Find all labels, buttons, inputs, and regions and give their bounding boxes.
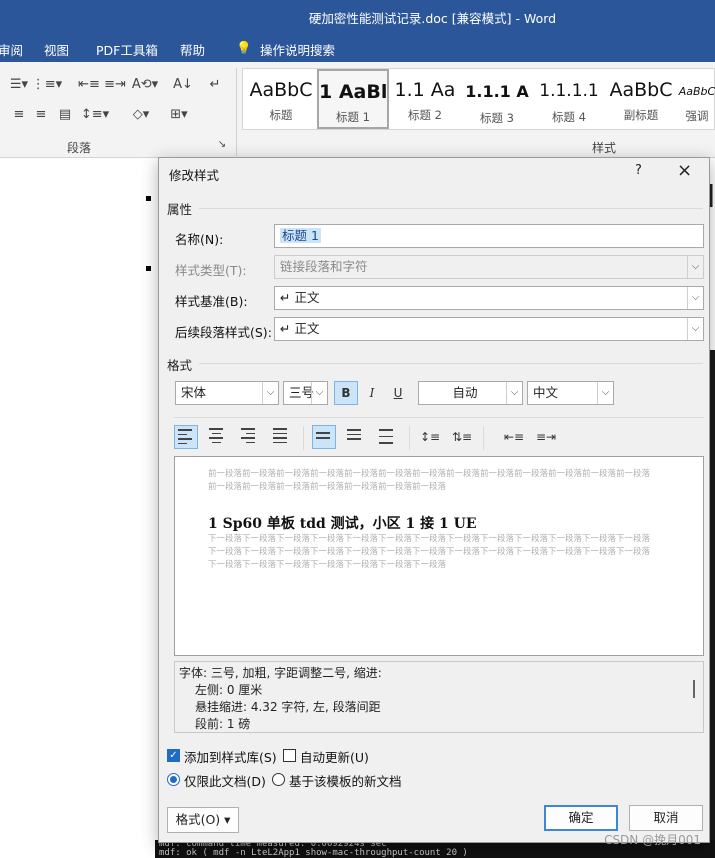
watermark: CSDN @挽月001 [604,833,701,847]
auto-update-checkbox[interactable] [283,749,296,762]
font-select[interactable]: 宋体 ⌵ [175,381,279,405]
styles-group-label: 样式 [592,141,617,155]
separator [303,426,304,450]
line-spacing-icon[interactable]: ↕≡▾ [76,104,114,126]
font-color-select[interactable]: 自动 ⌵ [418,381,523,405]
paragraph-launcher-icon[interactable]: ↘ [214,134,230,156]
chevron-down-icon: ⌵ [687,287,703,309]
cancel-button[interactable]: 取消 [629,805,703,831]
style-title[interactable]: AaBbC 标题 [245,69,317,129]
menu-review[interactable]: 审阅 [0,40,23,59]
bold-button[interactable]: B [334,381,358,405]
bullet-marker [146,266,151,271]
style-heading-1[interactable]: 1 AaBl 标题 1 [317,69,389,129]
modify-style-dialog: 修改样式 ? × 属性 名称(N): 标题 1 样式类型(T): 链接段落和字符… [158,157,710,843]
chevron-down-icon: ⌵ [262,382,278,404]
increase-paragraph-spacing-icon[interactable]: ↕≡ [418,425,442,449]
close-icon[interactable]: × [677,160,692,181]
description-scrollbar[interactable] [693,680,695,698]
title-bar: 硬加密性能测试记录.doc [兼容模式] - Word [0,0,715,34]
add-to-gallery-checkbox[interactable]: ✓ [167,749,180,762]
terminal-line: mdf: ok ( mdf -n LteL2App1 show-mac-thro… [159,848,468,858]
preview-sample-heading: 1 Sp60 单板 tdd 测试，小区 1 接 1 UE [208,516,477,532]
separator [409,426,410,450]
style-emphasis[interactable]: AaBbC 强调 [677,69,715,129]
decrease-indent-icon[interactable]: ⇤≡ [502,425,526,449]
help-button[interactable]: ? [635,163,642,178]
new-documents-template-radio[interactable] [272,773,285,786]
based-on-select[interactable]: ↵ 正文 ⌵ [274,286,704,310]
only-this-document-label[interactable]: 仅限此文档(D) [184,771,266,790]
multilevel-list-icon[interactable]: ⋮≡▾ [28,74,66,96]
auto-update-label[interactable]: 自动更新(U) [300,747,369,766]
style-preview: 前一段落前一段落前一段落前一段落前一段落前一段落前一段落前一段落前一段落前一段落… [174,456,704,656]
style-type-label: 样式类型(T): [175,263,247,278]
properties-heading: 属性 [167,202,193,217]
chevron-down-icon: ⌵ [687,256,703,278]
justify-icon[interactable] [270,425,294,449]
single-spacing-icon[interactable] [312,425,336,449]
bullet-marker [146,196,151,201]
ribbon-divider [236,68,237,156]
name-field-value: 标题 1 [280,228,321,243]
preview-next-paragraph: 下一段落下一段落下一段落下一段落下一段落下一段落下一段落下一段落下一段落下一段落… [208,534,651,570]
ribbon: ☰▾ ⋮≡▾ ⇤≡ ≡⇥ A⟲▾ A↓ ↵ ≡ ≡ ▤ ↕≡▾ ◇▾ ⊞▾ 段落… [0,62,715,158]
style-type-select: 链接段落和字符 ⌵ [274,255,704,279]
next-style-select[interactable]: ↵ 正文 ⌵ [274,317,704,341]
show-marks-icon[interactable]: ↵ [196,74,234,96]
separator [483,426,484,450]
align-center-icon[interactable] [206,425,230,449]
format-menu-button[interactable]: 格式(O) ▾ [167,807,239,833]
window-title: 硬加密性能测试记录.doc [兼容模式] - Word [308,11,557,26]
increase-indent-icon[interactable]: ≡⇥ [534,425,558,449]
menu-bar: 审阅 视图 PDF工具箱 帮助 💡 操作说明搜索 [0,34,715,62]
decrease-paragraph-spacing-icon[interactable]: ⇅≡ [450,425,474,449]
style-description: 字体: 三号, 加粗, 字距调整二号, 缩进: 左侧: 0 厘米 悬挂缩进: 4… [174,661,704,733]
add-to-gallery-label[interactable]: 添加到样式库(S) [184,747,277,766]
ok-button[interactable]: 确定 [544,805,618,831]
text-direction-icon[interactable]: A⟲▾ [126,74,164,96]
underline-button[interactable]: U [386,381,410,405]
menu-pdf-tools[interactable]: PDF工具箱 [96,40,158,59]
name-field[interactable]: 标题 1 [274,224,704,248]
preview-previous-paragraph: 前一段落前一段落前一段落前一段落前一段落前一段落前一段落前一段落前一段落前一段落… [208,469,651,492]
italic-button[interactable]: I [360,381,384,405]
borders-icon[interactable]: ⊞▾ [160,104,198,126]
separator [199,208,703,209]
based-on-label: 样式基准(B): [175,294,248,309]
dialog-title: 修改样式 [169,168,220,183]
separator [199,363,703,364]
font-size-select[interactable]: 三号 ⌵ [283,381,328,405]
align-left-icon[interactable] [174,425,198,449]
align-right-icon[interactable] [238,425,262,449]
name-label: 名称(N): [175,232,224,247]
double-spacing-icon[interactable] [376,425,400,449]
tell-me-search[interactable]: 操作说明搜索 [260,40,335,59]
format-heading: 格式 [167,358,193,373]
menu-view[interactable]: 视图 [44,40,69,59]
chevron-down-icon: ⌵ [687,318,703,340]
lightbulb-icon: 💡 [236,40,252,55]
style-heading-2[interactable]: 1.1 Aa 标题 2 [389,69,461,129]
chevron-down-icon: ⌵ [311,382,327,404]
style-subtitle[interactable]: AaBbC 副标题 [605,69,677,129]
script-select[interactable]: 中文 ⌵ [527,381,614,405]
paragraph-group-label: 段落 [67,141,92,155]
chevron-down-icon: ⌵ [506,382,522,404]
one-half-spacing-icon[interactable] [344,425,368,449]
style-heading-4[interactable]: 1.1.1.1 标题 4 [533,69,605,129]
menu-help[interactable]: 帮助 [180,40,205,59]
new-documents-template-label[interactable]: 基于该模板的新文档 [289,771,402,790]
next-style-label: 后续段落样式(S): [175,325,272,340]
style-heading-3[interactable]: 1.1.1 A 标题 3 [461,69,533,129]
separator [174,417,704,418]
chevron-down-icon: ⌵ [597,382,613,404]
shading-icon[interactable]: ◇▾ [122,104,160,126]
only-this-document-radio[interactable] [167,773,180,786]
styles-gallery: AaBbC 标题 1 AaBl 标题 1 1.1 Aa 标题 2 1.1.1 A… [242,68,715,130]
